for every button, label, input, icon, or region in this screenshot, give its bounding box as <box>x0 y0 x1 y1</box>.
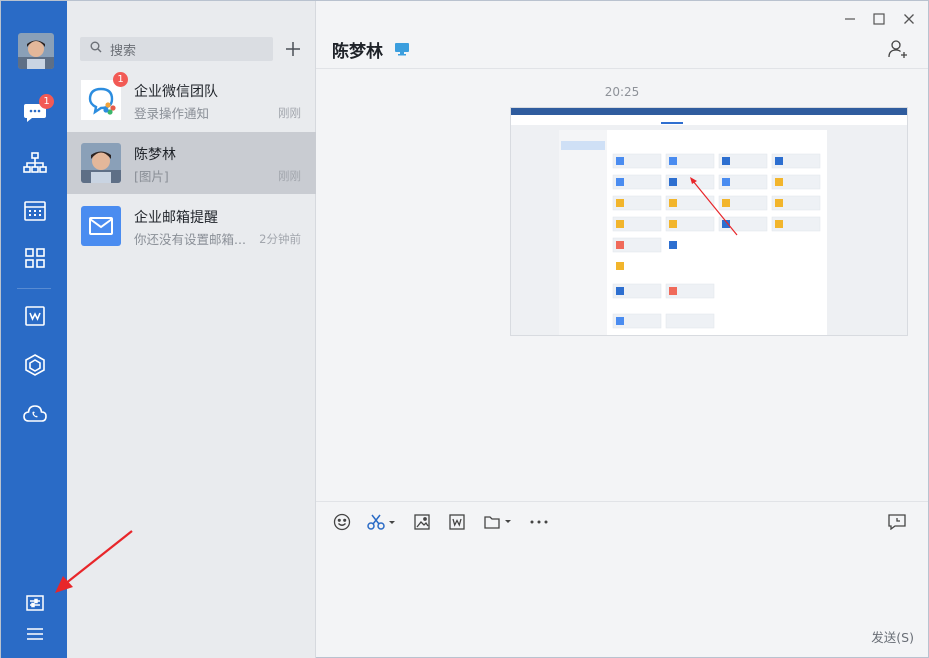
conversation-preview: [图片] <box>134 169 169 184</box>
messages-badge: 1 <box>39 94 54 109</box>
image-message-thumbnail <box>511 108 907 335</box>
workbench-apps-icon[interactable] <box>22 245 48 271</box>
rail-divider <box>17 288 51 289</box>
contacts-org-icon[interactable] <box>22 150 48 176</box>
maximize-icon[interactable] <box>871 11 887 27</box>
messages-icon[interactable]: 1 <box>22 94 54 126</box>
unread-badge: 1 <box>113 72 128 87</box>
annotation-arrow <box>55 530 133 593</box>
settings-sliders-icon[interactable] <box>22 590 48 616</box>
search-placeholder: 搜索 <box>110 43 137 59</box>
main-menu-icon[interactable] <box>22 621 48 647</box>
image-message[interactable] <box>510 107 908 336</box>
minimize-icon[interactable] <box>842 11 858 27</box>
image-upload-icon[interactable] <box>414 512 430 532</box>
search-box[interactable]: 搜索 <box>80 37 273 61</box>
conversation-name: 企业微信团队 <box>134 84 218 100</box>
conversation-preview: 你还没有设置邮箱... <box>134 232 246 247</box>
conversation-name: 陈梦林 <box>134 147 176 163</box>
wecom-team-avatar <box>81 80 121 120</box>
cloud-phone-icon[interactable] <box>22 400 48 426</box>
conversation-time: 2分钟前 <box>259 232 301 246</box>
more-options-icon[interactable] <box>529 512 549 532</box>
document-icon[interactable] <box>449 512 465 532</box>
conversation-item[interactable]: 1 企业微信团队 登录操作通知 刚刚 <box>67 69 316 131</box>
conversation-name: 企业邮箱提醒 <box>134 210 218 226</box>
chat-title: 陈梦林 <box>332 42 383 62</box>
calendar-icon[interactable] <box>22 198 48 224</box>
mail-avatar-icon <box>81 206 121 246</box>
conversation-preview: 登录操作通知 <box>134 106 210 121</box>
composer-divider <box>316 501 928 502</box>
app-window: 1 搜索 1 企业微信团队 登录操作通知 刚刚 陈梦林 [图片] 刚刚 企业邮箱… <box>0 0 929 658</box>
cube-tools-icon[interactable] <box>22 352 48 378</box>
add-member-icon[interactable] <box>888 39 908 63</box>
wedrive-doc-icon[interactable] <box>22 303 48 329</box>
chat-header: 陈梦林 <box>316 1 928 69</box>
add-plus-button[interactable] <box>282 37 304 61</box>
message-timestamp: 20:25 <box>604 85 640 99</box>
conversation-list: 搜索 1 企业微信团队 登录操作通知 刚刚 陈梦林 [图片] 刚刚 企业邮箱提醒… <box>55 1 316 658</box>
close-icon[interactable] <box>901 11 917 27</box>
contact-avatar <box>81 143 121 183</box>
conversation-item-selected[interactable]: 陈梦林 [图片] 刚刚 <box>67 132 316 194</box>
chat-panel: 陈梦林 20:25 发送(S) <box>316 1 928 657</box>
chat-history-icon[interactable] <box>888 512 906 532</box>
emoji-icon[interactable] <box>333 512 351 532</box>
conversation-item[interactable]: 企业邮箱提醒 你还没有设置邮箱... 2分钟前 <box>67 195 316 257</box>
conversation-time: 刚刚 <box>278 169 301 183</box>
send-button[interactable]: 发送(S) <box>871 627 914 646</box>
my-avatar[interactable] <box>18 33 54 69</box>
search-icon <box>90 41 102 57</box>
desktop-online-icon <box>394 41 410 60</box>
screenshot-scissors-icon[interactable] <box>367 512 395 532</box>
conversation-time: 刚刚 <box>278 106 301 120</box>
folder-icon[interactable] <box>484 512 514 532</box>
